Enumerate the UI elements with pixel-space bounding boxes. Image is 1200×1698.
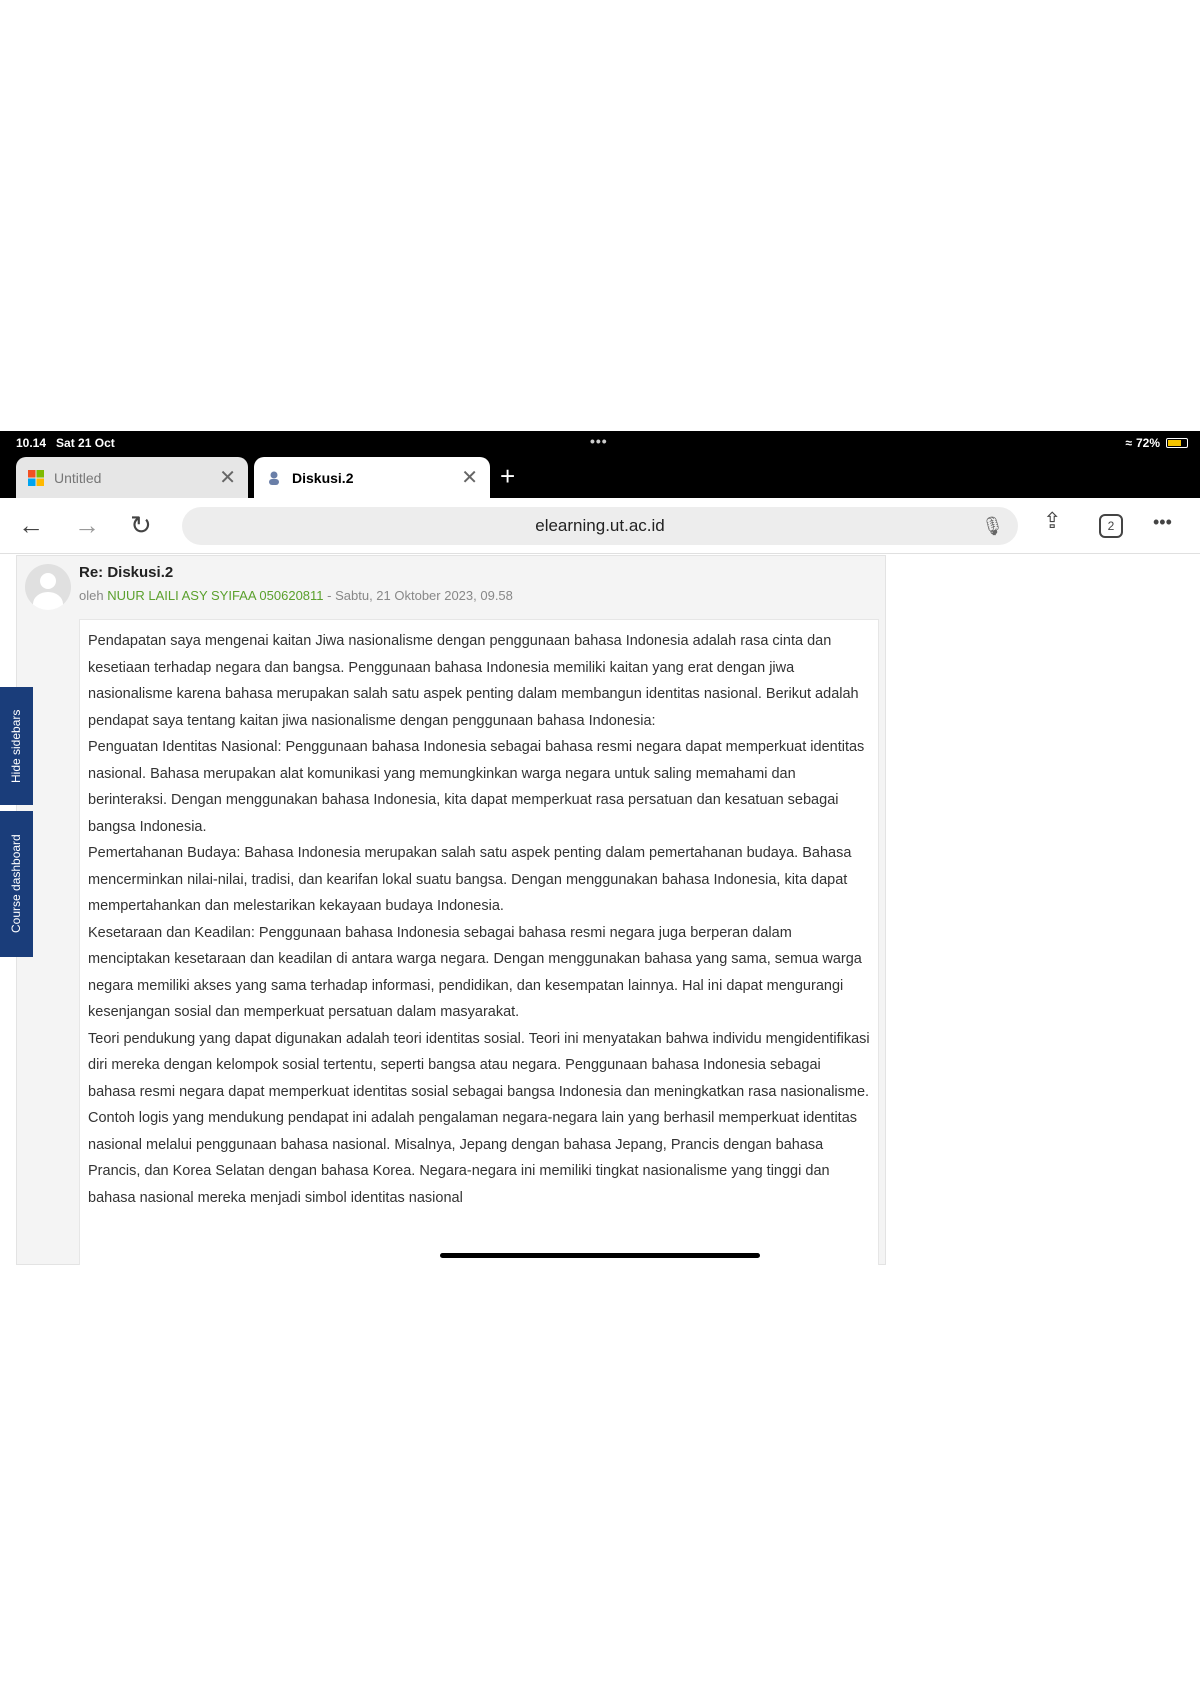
paragraph: Pemertahanan Budaya: Bahasa Indonesia me… (88, 845, 852, 914)
back-arrow-icon[interactable]: ← (18, 510, 44, 541)
status-time: 10.14 Sat 21 Oct (16, 436, 115, 450)
close-icon[interactable]: ✕ (219, 465, 236, 490)
forward-arrow-icon[interactable]: → (74, 510, 100, 541)
paragraph: Penguatan Identitas Nasional: Penggunaan… (88, 739, 865, 835)
reload-icon[interactable]: ↻ (130, 510, 152, 541)
status-bar: 10.14 Sat 21 Oct ••• ≈ 72% (0, 431, 1200, 455)
home-indicator[interactable] (440, 1253, 760, 1258)
by-prefix: oleh (79, 588, 104, 603)
close-icon[interactable]: ✕ (461, 465, 478, 490)
address-bar[interactable]: elearning.ut.ac.id 🎙 (182, 507, 1018, 545)
wifi-icon: ≈ (1125, 436, 1132, 450)
page-content: Re: Diskusi.2 oleh NUUR LAILI ASY SYIFAA… (0, 555, 1200, 1265)
multitask-dots[interactable]: ••• (590, 433, 608, 449)
more-menu-icon[interactable]: ••• (1153, 512, 1172, 533)
microsoft-logo-icon (28, 469, 44, 486)
course-dashboard-button[interactable]: Course dashboard (0, 811, 33, 957)
post-byline: oleh NUUR LAILI ASY SYIFAA 050620811 - S… (79, 588, 513, 603)
forum-post: Re: Diskusi.2 oleh NUUR LAILI ASY SYIFAA… (16, 555, 886, 1265)
battery-icon (1166, 438, 1188, 448)
hide-sidebars-button[interactable]: Hide sidebars (0, 687, 33, 805)
author-link[interactable]: NUUR LAILI ASY SYIFAA 050620811 (107, 588, 323, 603)
microphone-icon[interactable]: 🎙 (981, 507, 1004, 545)
user-favicon-icon (269, 471, 279, 485)
tab-label: Diskusi.2 (292, 469, 354, 486)
ipad-screenshot: 10.14 Sat 21 Oct ••• ≈ 72% Untitled ✕ Di… (0, 431, 1200, 1265)
post-content: Pendapatan saya mengenai kaitan Jiwa nas… (79, 619, 879, 1265)
new-tab-plus-icon[interactable]: + (500, 461, 515, 492)
tab-untitled[interactable]: Untitled ✕ (16, 457, 248, 498)
post-title: Re: Diskusi.2 (79, 564, 174, 581)
status-right: ≈ 72% (1125, 436, 1160, 450)
share-icon[interactable]: ⇪ (1043, 508, 1061, 534)
battery-percent: 72% (1135, 436, 1160, 450)
tab-bar: Untitled ✕ Diskusi.2 ✕ + (0, 455, 1200, 498)
paragraph: Pendapatan saya mengenai kaitan Jiwa nas… (88, 633, 859, 729)
tab-count-button[interactable]: 2 (1099, 514, 1123, 538)
browser-toolbar: ← → ↻ elearning.ut.ac.id 🎙 ⇪ 2 ••• (0, 498, 1200, 554)
paragraph: Contoh logis yang mendukung pendapat ini… (88, 1110, 858, 1206)
paragraph: Kesetaraan dan Keadilan: Penggunaan baha… (88, 924, 862, 1021)
avatar[interactable] (25, 564, 71, 610)
tab-label: Untitled (54, 469, 102, 486)
post-date: - Sabtu, 21 Oktober 2023, 09.58 (327, 588, 513, 603)
paragraph: Teori pendukung yang dapat digunakan ada… (88, 1030, 870, 1100)
url-text: elearning.ut.ac.id (535, 516, 665, 535)
tab-diskusi[interactable]: Diskusi.2 ✕ (254, 457, 490, 498)
